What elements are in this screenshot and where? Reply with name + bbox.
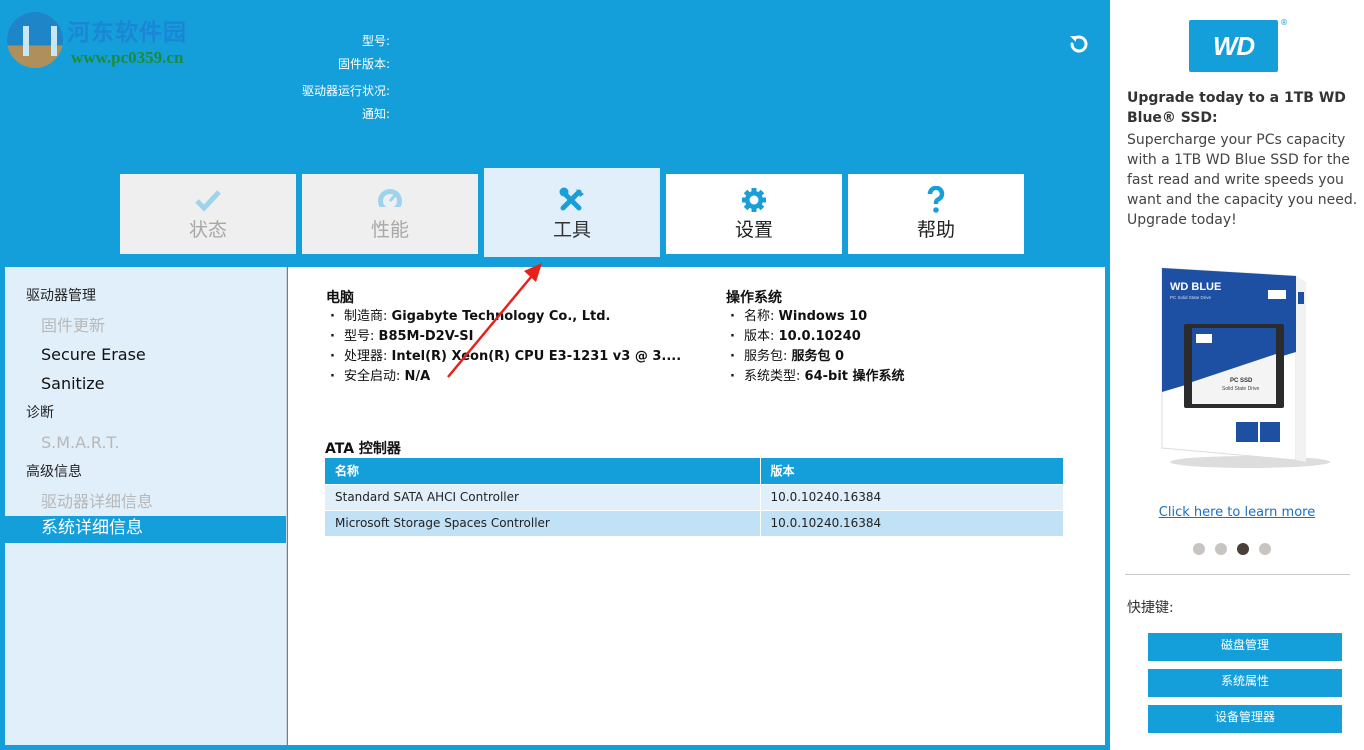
list-item: · 型号: B85M-D2V-SI bbox=[330, 329, 474, 344]
manufacturer-key: 制造商: bbox=[344, 309, 388, 324]
ata-section-title: ATA 控制器 bbox=[325, 441, 401, 457]
sidebar: 驱动器管理 固件更新 Secure Erase Sanitize 诊断 S.M.… bbox=[5, 267, 287, 745]
table-row: Microsoft Storage Spaces Controller 10.0… bbox=[325, 509, 1064, 536]
speedometer-icon bbox=[378, 189, 402, 213]
os-name-key: 名称: bbox=[744, 309, 775, 324]
carousel-dot-3[interactable] bbox=[1237, 543, 1249, 555]
column-header-version: 版本 bbox=[760, 458, 1064, 484]
panel-divider bbox=[1125, 574, 1350, 575]
list-item: · 制造商: Gigabyte Technology Co., Ltd. bbox=[330, 309, 611, 324]
service-pack-value: 服务包 0 bbox=[791, 349, 845, 364]
carousel-dot-4[interactable] bbox=[1259, 543, 1271, 555]
help-icon bbox=[927, 186, 945, 213]
system-type-key: 系统类型: bbox=[744, 369, 801, 384]
computer-section-title: 电脑 bbox=[326, 290, 354, 306]
sidebar-item-secure-erase[interactable]: Secure Erase bbox=[5, 340, 286, 369]
os-section-title: 操作系统 bbox=[726, 290, 782, 306]
tab-performance-label: 性能 bbox=[370, 219, 409, 241]
sidebar-group-diagnostics: 诊断 bbox=[26, 405, 54, 421]
carousel-dot-2[interactable] bbox=[1215, 543, 1227, 555]
controller-name: Microsoft Storage Spaces Controller bbox=[325, 509, 761, 536]
list-item: · 安全启动: N/A bbox=[330, 369, 431, 384]
drive-sub-text: Solid State Drive bbox=[1222, 386, 1259, 392]
refresh-icon bbox=[1070, 35, 1088, 53]
system-details-panel: 电脑 · 制造商: Gigabyte Technology Co., Ltd. ·… bbox=[288, 267, 1105, 745]
tab-tools-label: 工具 bbox=[552, 219, 591, 241]
controller-version: 10.0.10240.16384 bbox=[760, 509, 1064, 536]
refresh-button[interactable] bbox=[1066, 31, 1092, 57]
list-item: · 版本: 10.0.10240 bbox=[730, 329, 861, 344]
sidebar-group-drive-management: 驱动器管理 bbox=[26, 288, 96, 304]
tab-settings[interactable]: 设置 bbox=[666, 174, 842, 254]
model-key: 型号: bbox=[344, 329, 375, 344]
processor-value: Intel(R) Xeon(R) CPU E3-1231 v3 @ 3.... bbox=[391, 349, 682, 364]
tools-icon bbox=[559, 187, 584, 211]
notifications-label: 通知: bbox=[361, 107, 390, 121]
tab-performance[interactable]: 性能 bbox=[302, 174, 478, 254]
os-version-key: 版本: bbox=[744, 329, 775, 344]
box-sub-text: PC Solid State Drive bbox=[1170, 295, 1212, 300]
wd-blue-ssd-product-image: WD BLUE PC Solid State Drive PC SSD Soli… bbox=[1161, 267, 1330, 468]
manufacturer-value: Gigabyte Technology Co., Ltd. bbox=[391, 309, 611, 324]
gear-icon bbox=[742, 188, 766, 212]
service-pack-key: 服务包: bbox=[744, 349, 788, 364]
secure-boot-key: 安全启动: bbox=[344, 369, 401, 384]
list-item: · 名称: Windows 10 bbox=[730, 309, 868, 324]
system-properties-button[interactable]: 系统属性 bbox=[1148, 669, 1342, 697]
processor-key: 处理器: bbox=[344, 349, 388, 364]
computer-info-list: · 制造商: Gigabyte Technology Co., Ltd. · 型号:… bbox=[330, 307, 681, 387]
shortcuts-label: 快捷键: bbox=[1127, 600, 1174, 616]
disk-management-button[interactable]: 磁盘管理 bbox=[1148, 633, 1342, 661]
wd-logo-text: WD bbox=[1212, 30, 1255, 61]
os-name-value: Windows 10 bbox=[778, 309, 868, 324]
watermark-url: www.pc0359.cn bbox=[71, 48, 184, 67]
sidebar-item-drive-details[interactable]: 驱动器详细信息 bbox=[5, 487, 286, 516]
registered-mark: ® bbox=[1280, 18, 1288, 27]
sidebar-item-sanitize[interactable]: Sanitize bbox=[5, 369, 286, 398]
os-version-value: 10.0.10240 bbox=[778, 329, 861, 344]
checkmark-icon bbox=[195, 190, 221, 212]
tab-tools[interactable]: 工具 bbox=[484, 168, 660, 257]
main-window: 河东软件园 www.pc0359.cn 型号: 固件版本: 驱动器运行状况: 通… bbox=[0, 0, 1110, 750]
ata-controllers-table: 名称 版本 Standard SATA AHCI Controller 10.0… bbox=[325, 458, 1064, 536]
table-header-row: 名称 版本 bbox=[325, 458, 1064, 484]
os-info-list: · 名称: Windows 10 · 版本: 10.0.10240 · 服务包: 服务… bbox=[730, 307, 905, 387]
model-label: 型号: bbox=[361, 34, 390, 48]
carousel-dot-1[interactable] bbox=[1193, 543, 1205, 555]
table-row: Standard SATA AHCI Controller 10.0.10240… bbox=[325, 483, 1064, 510]
tab-help[interactable]: 帮助 bbox=[848, 174, 1024, 254]
box-brand-text: WD BLUE bbox=[1170, 281, 1221, 293]
learn-more-link[interactable]: Click here to learn more bbox=[1110, 505, 1364, 520]
list-item: · 处理器: Intel(R) Xeon(R) CPU E3-1231 v3 @ … bbox=[330, 349, 682, 364]
controller-version: 10.0.10240.16384 bbox=[760, 483, 1064, 510]
model-value: B85M-D2V-SI bbox=[378, 329, 474, 344]
promo-body: Supercharge your PCs capacity with a 1TB… bbox=[1127, 132, 1358, 228]
tab-status[interactable]: 状态 bbox=[120, 174, 296, 254]
sidebar-group-advanced-info: 高级信息 bbox=[26, 464, 82, 480]
watermark: 河东软件园 www.pc0359.cn bbox=[5, 10, 225, 70]
column-header-name: 名称 bbox=[325, 458, 761, 484]
drive-label-text: PC SSD bbox=[1230, 378, 1253, 384]
tab-status-label: 状态 bbox=[188, 219, 227, 241]
carousel-dots bbox=[1193, 543, 1271, 555]
system-type-value: 64-bit 操作系统 bbox=[804, 369, 905, 384]
device-manager-button[interactable]: 设备管理器 bbox=[1148, 705, 1342, 733]
tab-settings-label: 设置 bbox=[734, 219, 773, 241]
drive-health-label: 驱动器运行状况: bbox=[301, 84, 390, 98]
list-item: · 服务包: 服务包 0 bbox=[730, 349, 845, 364]
sidebar-item-firmware-update[interactable]: 固件更新 bbox=[5, 311, 286, 340]
promo-panel: WD ® Upgrade today to a 1TB WD Blue® SSD… bbox=[1110, 0, 1364, 750]
tab-help-label: 帮助 bbox=[916, 219, 955, 241]
controller-name: Standard SATA AHCI Controller bbox=[325, 483, 761, 510]
wd-logo: WD bbox=[1189, 20, 1278, 72]
firmware-label: 固件版本: bbox=[337, 57, 390, 71]
secure-boot-value: N/A bbox=[404, 369, 431, 384]
list-item: · 系统类型: 64-bit 操作系统 bbox=[730, 369, 905, 384]
promo-title: Upgrade today to a 1TB WD Blue® SSD: bbox=[1127, 90, 1346, 126]
watermark-title: 河东软件园 bbox=[67, 19, 187, 46]
sidebar-item-smart[interactable]: S.M.A.R.T. bbox=[5, 428, 286, 457]
watermark-logo-icon bbox=[7, 12, 63, 68]
sidebar-item-system-details[interactable]: 系统详细信息 bbox=[5, 516, 286, 543]
drive-info: 型号: 固件版本: 驱动器运行状况: 通知: bbox=[230, 31, 390, 127]
